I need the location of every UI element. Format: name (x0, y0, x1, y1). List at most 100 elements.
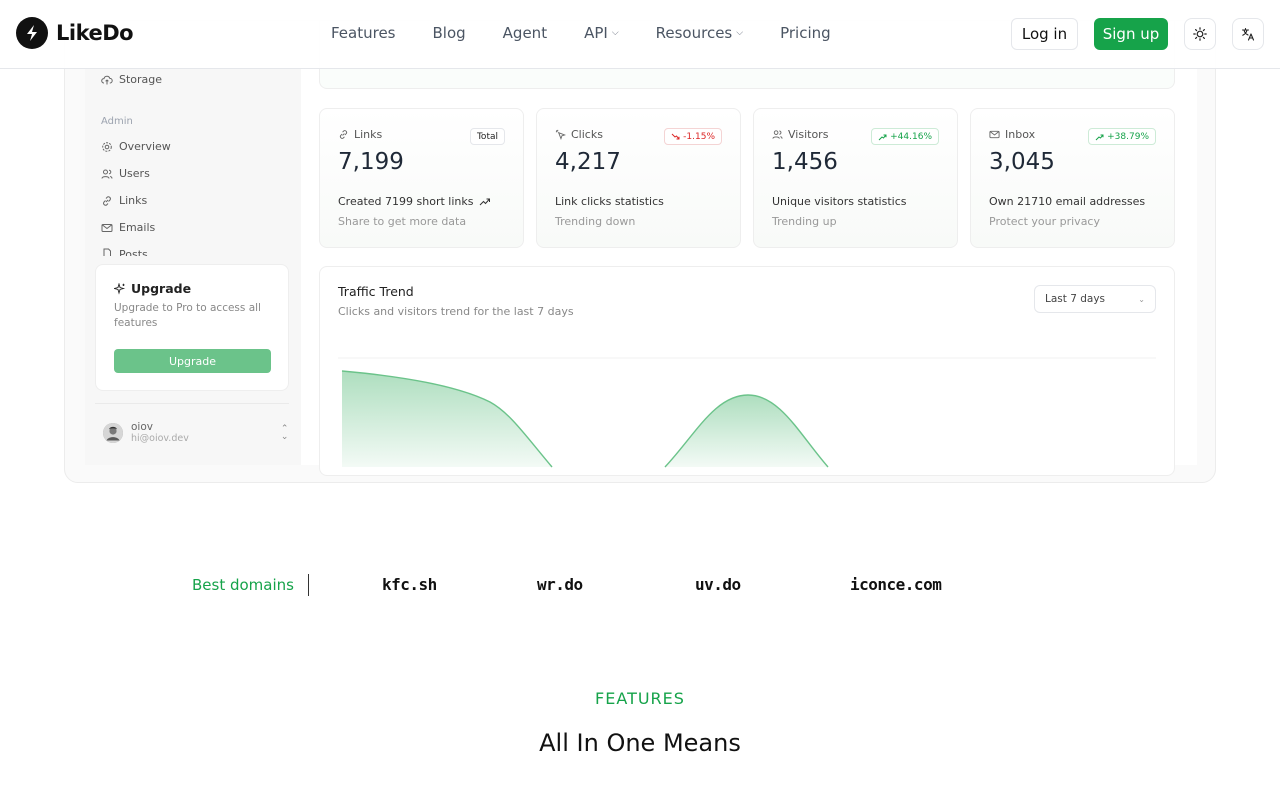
login-button[interactable]: Log in (1011, 18, 1078, 50)
area-series-fill (665, 395, 828, 467)
site-header: LikeDo Features Blog Agent API ⌵ Resource… (0, 0, 1280, 69)
sidebar-item-label: Users (119, 167, 150, 180)
sidebar-section-admin: Admin (101, 116, 133, 127)
nav-features[interactable]: Features (331, 24, 396, 42)
nav-api[interactable]: API ⌵ (584, 24, 619, 42)
user-name: oiov (131, 421, 153, 433)
brand-name: LikeDo (56, 21, 134, 45)
sidebar-item-label: Storage (119, 73, 163, 86)
sidebar-item-overview[interactable]: Overview (101, 140, 171, 153)
file-icon (103, 248, 111, 256)
traffic-trend-card: Traffic Trend Clicks and visitors trend … (319, 266, 1175, 476)
badge-text: +44.16% (890, 131, 932, 142)
sidebar-item-label: Posts (119, 248, 148, 256)
users-icon (101, 169, 113, 179)
badge-text: Total (476, 131, 498, 142)
users-icon (772, 130, 783, 139)
status-badge: +38.79% (1088, 128, 1156, 145)
stat-label-text: Inbox (1005, 128, 1036, 141)
cloud-upload-icon (101, 75, 113, 84)
stat-description: Own 21710 email addresses (989, 195, 1145, 208)
stat-label-text: Links (354, 128, 383, 141)
language-button[interactable] (1232, 18, 1264, 50)
domains-label: Best domains (192, 576, 294, 594)
stat-label-text: Clicks (571, 128, 603, 141)
signup-button[interactable]: Sign up (1094, 18, 1168, 50)
mail-icon (101, 223, 113, 232)
stat-card-visitors: Visitors +44.16% 1,456 Unique visitors s… (753, 108, 958, 248)
stat-subtext: Trending up (772, 215, 837, 228)
nav-agent[interactable]: Agent (503, 24, 547, 42)
dashboard-main: Links Total 7,199 Created 7199 short lin… (301, 21, 1197, 476)
chart-subtitle: Clicks and visitors trend for the last 7… (338, 305, 574, 318)
select-value: Last 7 days (1045, 293, 1106, 305)
stat-subtext: Protect your privacy (989, 215, 1100, 228)
sidebar-item-posts[interactable]: Posts (101, 248, 148, 256)
logo-icon (16, 17, 48, 49)
stat-value: 4,217 (555, 149, 621, 175)
domain-link[interactable]: iconce.com (850, 575, 942, 594)
upgrade-description: Upgrade to Pro to access all features (114, 302, 261, 329)
stat-label: Clicks (555, 128, 603, 141)
domain-link[interactable]: kfc.sh (382, 575, 437, 594)
stat-description-text: Unique visitors statistics (772, 195, 907, 208)
nav-pricing[interactable]: Pricing (780, 24, 831, 42)
user-menu[interactable]: oiov hi@oiov.dev ⌃ ⌄ (103, 421, 288, 445)
sidebar-item-label: Links (119, 194, 148, 207)
nav-label: API (584, 24, 608, 42)
nav-label: Features (331, 24, 396, 42)
trending-down-icon (671, 133, 680, 139)
stat-label: Visitors (772, 128, 828, 141)
sidebar-item-storage[interactable]: Storage (101, 73, 162, 86)
nav-blog[interactable]: Blog (433, 24, 466, 42)
dashboard-sidebar: Storage Admin Overview Users Links Email… (85, 21, 301, 465)
traffic-area-chart (338, 357, 1156, 468)
upgrade-title-text: Upgrade (131, 281, 192, 296)
stat-card-clicks: Clicks -1.15% 4,217 Link clicks statisti… (536, 108, 741, 248)
mail-icon (989, 130, 1000, 139)
nav-label: Blog (432, 24, 466, 42)
gear-icon (102, 141, 112, 152)
sidebar-item-emails[interactable]: Emails (101, 221, 155, 234)
link-icon (339, 130, 348, 139)
nav-label: Resources (655, 24, 733, 42)
stat-label: Inbox (989, 128, 1035, 141)
stat-description-text: Own 21710 email addresses (989, 195, 1146, 208)
sidebar-item-label: Emails (119, 221, 156, 234)
link-icon (103, 195, 111, 206)
upgrade-button[interactable]: Upgrade (114, 349, 271, 373)
stat-label: Links (338, 128, 382, 141)
nav-resources[interactable]: Resources ⌵ (656, 24, 743, 42)
sun-icon (1193, 27, 1207, 41)
sidebar-item-links[interactable]: Links (101, 194, 147, 207)
upgrade-card: Upgrade Upgrade to Pro to access all fea… (95, 264, 289, 391)
status-badge: +44.16% (871, 128, 939, 145)
date-range-select[interactable]: Last 7 days ⌄ (1034, 285, 1156, 313)
domain-link[interactable]: uv.do (695, 575, 741, 594)
chevron-down-icon: ⌄ (1138, 294, 1145, 304)
stat-description-text: Created 7199 short links (338, 195, 474, 208)
domain-link[interactable]: wr.do (537, 575, 583, 594)
stat-label-text: Visitors (788, 128, 829, 141)
sidebar-divider (95, 403, 289, 404)
nav-label: Agent (502, 24, 548, 42)
stat-card-links: Links Total 7,199 Created 7199 short lin… (319, 108, 524, 248)
upgrade-title: Upgrade (114, 281, 191, 296)
user-email: hi@oiov.dev (131, 433, 189, 444)
translate-icon (1241, 27, 1255, 41)
stat-card-inbox: Inbox +38.79% 3,045 Own 21710 email addr… (970, 108, 1175, 248)
trending-up-icon (878, 134, 887, 140)
chart-title: Traffic Trend (338, 284, 414, 299)
stat-value: 7,199 (338, 149, 404, 175)
sidebar-item-users[interactable]: Users (101, 167, 150, 180)
trending-up-icon (1095, 134, 1104, 140)
domains-divider (308, 574, 309, 596)
main-nav: Features Blog Agent API ⌵ Resources ⌵ Pric… (331, 24, 831, 42)
theme-toggle-button[interactable] (1184, 18, 1216, 50)
trending-up-icon (480, 198, 491, 205)
features-title: All In One Means (539, 729, 741, 757)
dashboard-preview: Storage Admin Overview Users Links Email… (64, 20, 1216, 483)
nav-label: Pricing (780, 24, 831, 42)
brand-logo[interactable]: LikeDo (16, 17, 134, 49)
stat-subtext: Share to get more data (338, 215, 467, 228)
